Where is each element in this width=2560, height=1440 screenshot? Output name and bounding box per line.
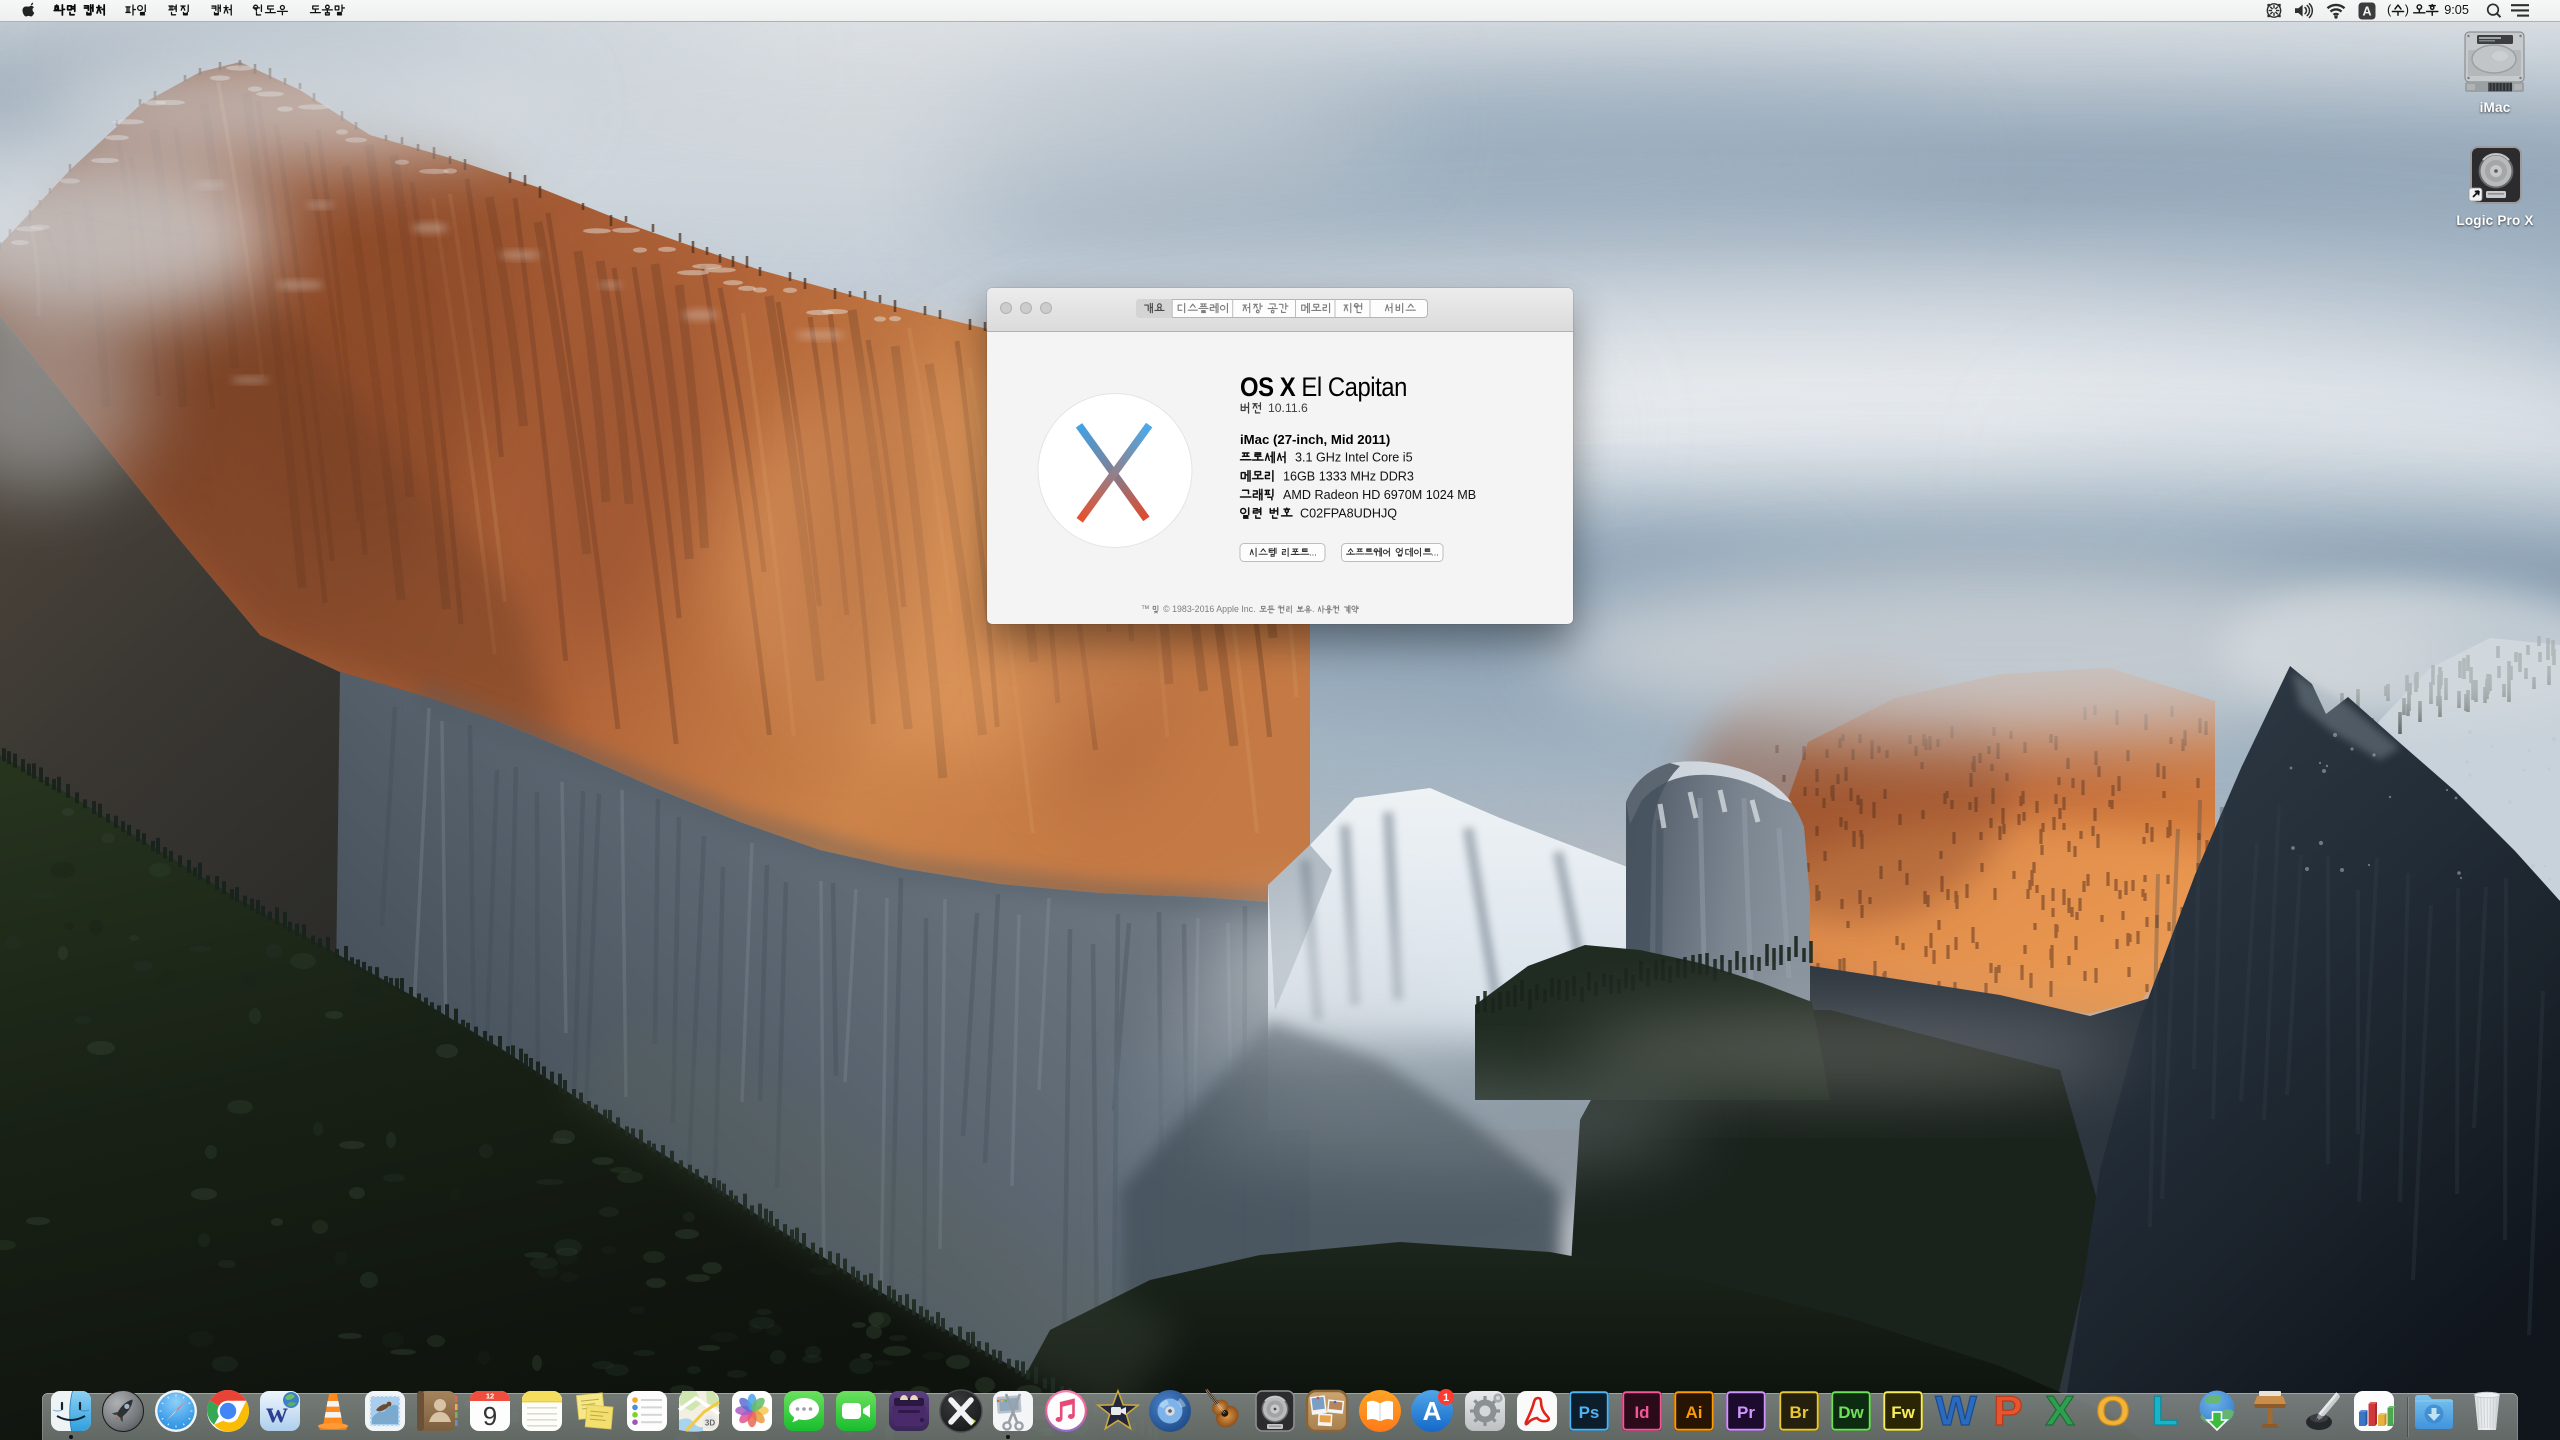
svg-text:3D: 3D [705, 1418, 715, 1427]
svg-text:3.1 GHz Intel Core i5: 3.1 GHz Intel Core i5 [1295, 451, 1413, 465]
svg-text:Pr: Pr [1737, 1403, 1755, 1422]
svg-text:A: A [2362, 4, 2371, 18]
svg-text:L: L [2152, 1388, 2179, 1434]
svg-text:Fw: Fw [1891, 1403, 1915, 1422]
svg-text:X: X [2046, 1388, 2076, 1434]
svg-text:A: A [1423, 1396, 1442, 1426]
svg-text:Dw: Dw [1838, 1403, 1864, 1422]
svg-text:(: ( [2387, 3, 2392, 17]
svg-text:O: O [2096, 1388, 2130, 1434]
svg-text:P: P [1993, 1388, 2022, 1434]
svg-text:Ai: Ai [1685, 1403, 1702, 1422]
svg-text:Id: Id [1634, 1403, 1649, 1422]
svg-text:16GB 1333 MHz DDR3: 16GB 1333 MHz DDR3 [1283, 469, 1414, 483]
svg-text:1: 1 [1443, 1392, 1449, 1404]
svg-text:Ps: Ps [1579, 1403, 1600, 1422]
svg-text:10.11.6: 10.11.6 [1268, 401, 1308, 415]
svg-text:): ) [2405, 3, 2413, 17]
svg-text:W: W [1935, 1388, 1977, 1434]
svg-text:...: ... [1431, 547, 1439, 558]
svg-text:12: 12 [486, 1392, 494, 1401]
svg-text:...: ... [1309, 547, 1317, 558]
svg-text:iMac (27-inch, Mid 2011): iMac (27-inch, Mid 2011) [1240, 432, 1390, 447]
svg-text:Br: Br [1789, 1403, 1808, 1422]
svg-text:9:05: 9:05 [2444, 3, 2469, 17]
svg-text:AMD Radeon HD 6970M 1024 MB: AMD Radeon HD 6970M 1024 MB [1283, 488, 1476, 502]
svg-text:© 1983-2016 Apple Inc.: © 1983-2016 Apple Inc. [1163, 604, 1258, 614]
svg-text:.: . [1312, 604, 1317, 614]
svg-text:C02FPA8UDHJQ: C02FPA8UDHJQ [1300, 507, 1397, 521]
svg-text:™: ™ [1141, 604, 1152, 614]
svg-text:9: 9 [483, 1401, 497, 1431]
